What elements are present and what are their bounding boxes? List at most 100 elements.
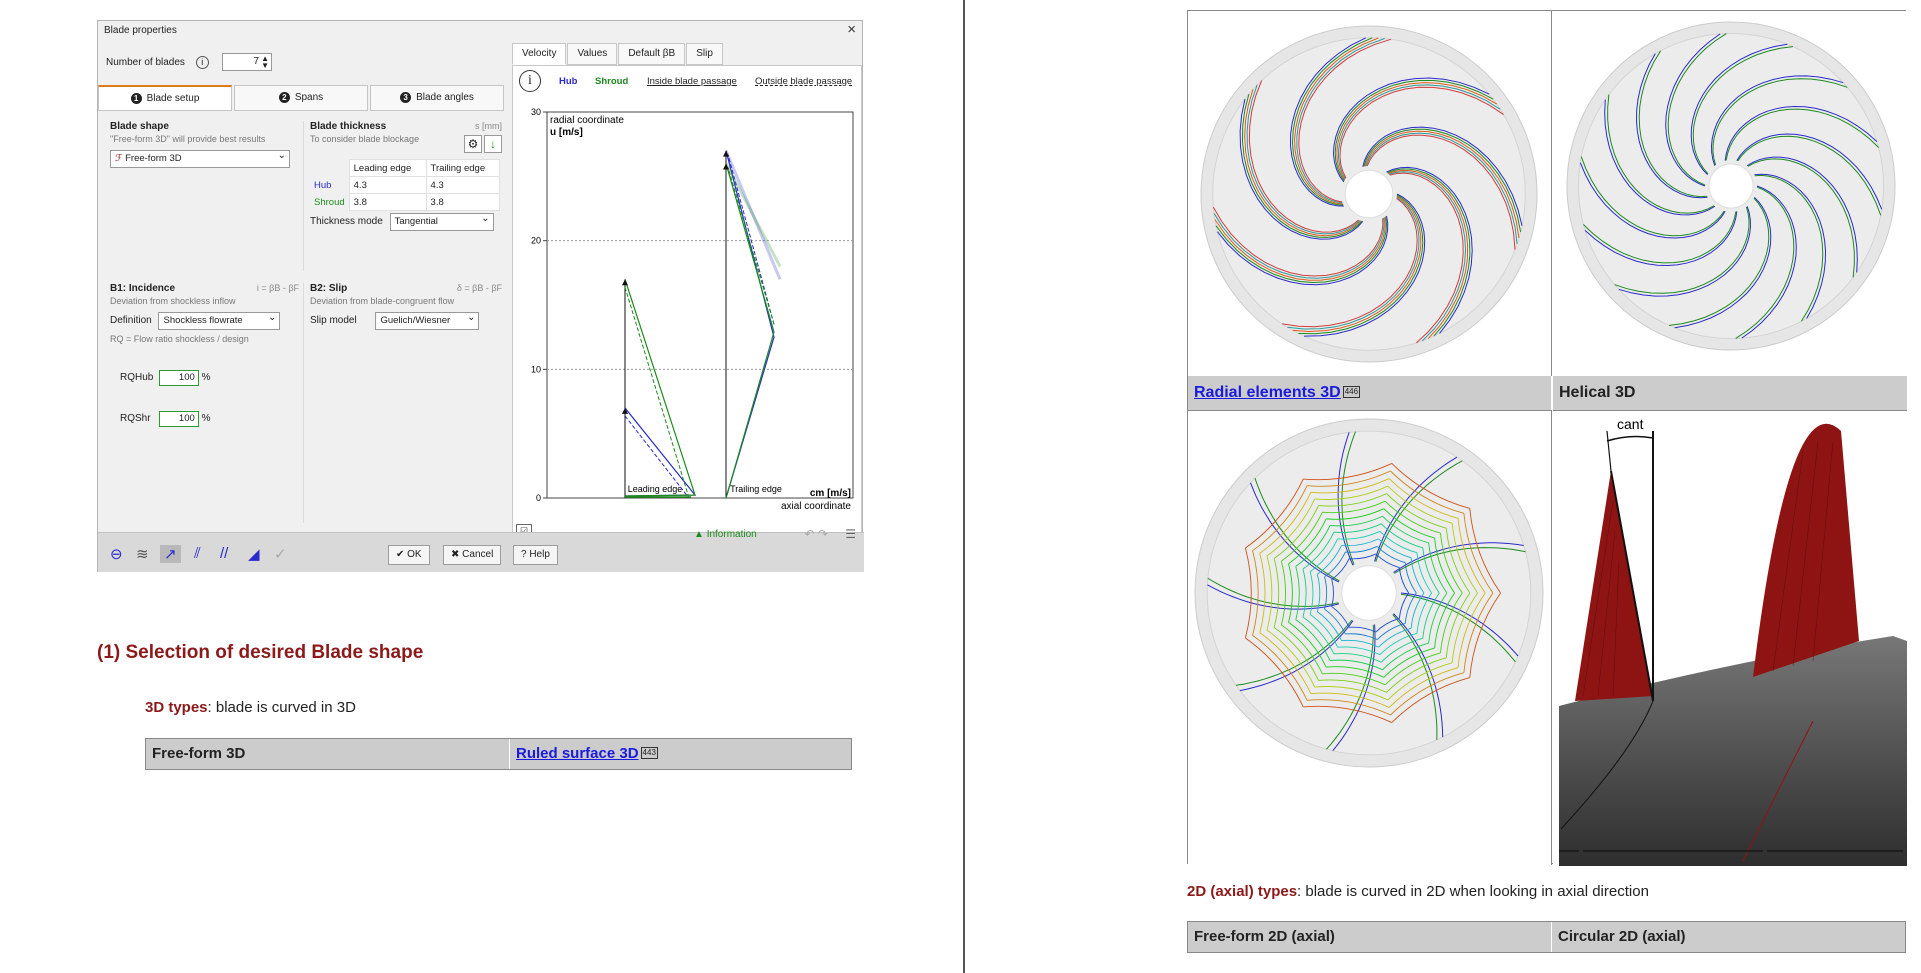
tab-blade-setup[interactable]: 1 Blade setup (98, 85, 232, 111)
rqshr-label: RQShr (120, 413, 151, 424)
arrow-down-icon[interactable]: ↓ (484, 135, 502, 153)
colored-impeller-figure (1194, 418, 1544, 768)
incidence-note: Deviation from shockless inflow (110, 296, 236, 306)
free-form-icon: ℱ (115, 153, 123, 164)
stepper-arrows-icon[interactable]: ▲ ▼ (261, 55, 269, 70)
rqshr-input[interactable]: 100 (158, 411, 199, 427)
rqhub-row: RQHub 100 % (120, 370, 210, 386)
blade-lines-icon[interactable]: ⫽ (194, 545, 201, 562)
blade-edge-icon[interactable]: // (220, 545, 228, 562)
tab-default-beta[interactable]: Default βB (618, 43, 686, 65)
definition-select[interactable]: Shockless flowrate (158, 310, 281, 330)
slip-model-select[interactable]: Guelich/Wiesner (375, 310, 480, 330)
hub-leading-input[interactable]: 4.3 (348, 176, 427, 194)
ruled-surface-3d-cell: Ruled surface 3D 443 (510, 739, 851, 769)
hub-trailing-input[interactable]: 4.3 (425, 176, 501, 194)
blade-shape-gallery: Radial elements 3D 446 Helical 3D cant (1187, 10, 1907, 866)
blade-shape-select[interactable]: ℱ Free-form 3D (110, 148, 290, 168)
info-icon[interactable]: i (195, 56, 209, 69)
incidence-panel: B1: Incidence i = βB - βF Deviation from… (110, 283, 304, 523)
number-of-blades-stepper[interactable]: 7 ▲ ▼ (222, 53, 272, 71)
types-3d-row: Free-form 3D Ruled surface 3D 443 (145, 738, 852, 770)
rqshr-percent: % (201, 413, 211, 424)
cant-figure: cant (1559, 416, 1907, 866)
types-2d-text: 2D (axial) types: blade is curved in 2D … (1187, 883, 1649, 900)
circular-2d-cell: Circular 2D (axial) (1558, 928, 1686, 945)
dialog-title: Blade properties (104, 25, 177, 36)
dialog-toolbar: ⊖ ≋ ↗ ⫽ // ◢ ✓ ✔ OK ✖ Cancel ? Help ▲ In… (98, 527, 864, 572)
cancel-button[interactable]: ✖ Cancel (443, 545, 502, 565)
undo-icon[interactable]: ↶ ↷ (805, 527, 828, 541)
left-tabs: 1 Blade setup 2 Spans 3 Blade angles (98, 85, 506, 111)
page-ref-icon[interactable]: 446 (1342, 386, 1361, 398)
help-button[interactable]: ? Help (513, 545, 558, 565)
slip-model-row: Slip model Guelich/Wiesner (310, 310, 506, 330)
blade-setup-icon[interactable]: ↗ (160, 545, 181, 563)
layers-icon[interactable]: ≋ (136, 545, 149, 563)
slip-panel: B2: Slip δ = βB - βF Deviation from blad… (310, 283, 506, 523)
y-tick-label: 30 (531, 107, 541, 117)
ok-button[interactable]: ✔ OK (388, 545, 430, 565)
shroud-trailing-input[interactable]: 3.8 (425, 193, 501, 211)
radial-elements-link[interactable]: Radial elements 3D (1194, 384, 1341, 401)
cant-label: cant (1617, 416, 1644, 432)
shroud-leading-input[interactable]: 3.8 (348, 193, 427, 211)
page-divider (963, 0, 965, 973)
slip-model-label: Slip model (310, 315, 357, 326)
y-axis-label: u [m/s] (550, 127, 583, 138)
rqhub-percent: % (201, 372, 211, 383)
tab-spans[interactable]: 2 Spans (234, 85, 368, 111)
tab-velocity[interactable]: Velocity (512, 43, 567, 65)
helical-image (1553, 11, 1907, 376)
incidence-formula: i = βB - βF (256, 283, 299, 293)
page-ref-icon[interactable]: 443 (640, 747, 658, 759)
y-tick-label: 0 (536, 493, 541, 503)
helical-impeller-figure (1566, 21, 1896, 351)
radial-elements-caption: Radial elements 3D 446 (1188, 376, 1552, 410)
blade-thickness-panel: Blade thickness s [mm] To consider blade… (310, 121, 506, 271)
number-of-blades-value: 7 (253, 56, 259, 67)
rqhub-label: RQHub (120, 372, 154, 383)
radial-impeller-figure (1200, 25, 1538, 363)
slip-formula: δ = βB - βF (456, 283, 502, 293)
tab-slip[interactable]: Slip (686, 43, 723, 65)
hub-hole (1708, 163, 1754, 209)
check-icon[interactable]: ✓ (274, 545, 287, 563)
blade-shape-panel: Blade shape "Free-form 3D" will provide … (110, 121, 304, 271)
types-2d-row: Free-form 2D (axial) Circular 2D (axial) (1187, 921, 1906, 953)
x-category-label: Trailing edge (730, 484, 782, 494)
table-row: Shroud 3.8 3.8 (310, 193, 501, 211)
row-label-hub: Hub (310, 176, 350, 194)
y-tick-label: 20 (531, 236, 541, 246)
thickness-mode-select[interactable]: Tangential (389, 211, 494, 231)
free-form-2d-cell: Free-form 2D (axial) (1188, 922, 1552, 952)
free-form-3d-cell: Free-form 3D (146, 739, 510, 769)
radial-elements-image (1188, 11, 1552, 376)
slip-note: Deviation from blade-congruent flow (310, 296, 455, 306)
hub-hole (1344, 169, 1394, 219)
information-toggle[interactable]: ▲ Information (694, 529, 757, 540)
velocity-chart-panel: i Hub Shroud Inside blade passage Outsid… (512, 65, 862, 541)
row-label-shroud: Shroud (310, 193, 350, 211)
tab-blade-angles[interactable]: 3 Blade angles (370, 85, 504, 111)
profile-icon[interactable]: ◢ (248, 545, 260, 563)
close-icon[interactable]: × (847, 21, 856, 38)
free-form-2d-image (1188, 410, 1552, 865)
definition-row: Definition Shockless flowrate (110, 310, 303, 330)
section-heading: (1) Selection of desired Blade shape (97, 642, 424, 663)
menu-icon[interactable]: ☰ (845, 527, 856, 541)
x-axis-label-bottom: axial coordinate (781, 501, 851, 512)
hub-hole (1341, 565, 1397, 621)
gear-icon[interactable]: ⚙ (464, 135, 482, 153)
thickness-mode-row: Thickness mode Tangential (310, 211, 494, 231)
helical-caption: Helical 3D (1553, 376, 1907, 410)
tab-values[interactable]: Values (567, 43, 618, 65)
col-leading-edge: Leading edge (348, 159, 427, 177)
blade-shape-title: Blade shape (110, 121, 169, 132)
rqhub-input[interactable]: 100 (158, 370, 199, 386)
right-tabs: Velocity Values Default βB Slip (512, 43, 724, 65)
ruled-surface-3d-link[interactable]: Ruled surface 3D (516, 745, 639, 762)
blade-shape-note: "Free-form 3D" will provide best results (110, 134, 266, 144)
number-of-blades-label: Number of blades (106, 57, 185, 68)
meridian-icon[interactable]: ⊖ (110, 545, 123, 563)
